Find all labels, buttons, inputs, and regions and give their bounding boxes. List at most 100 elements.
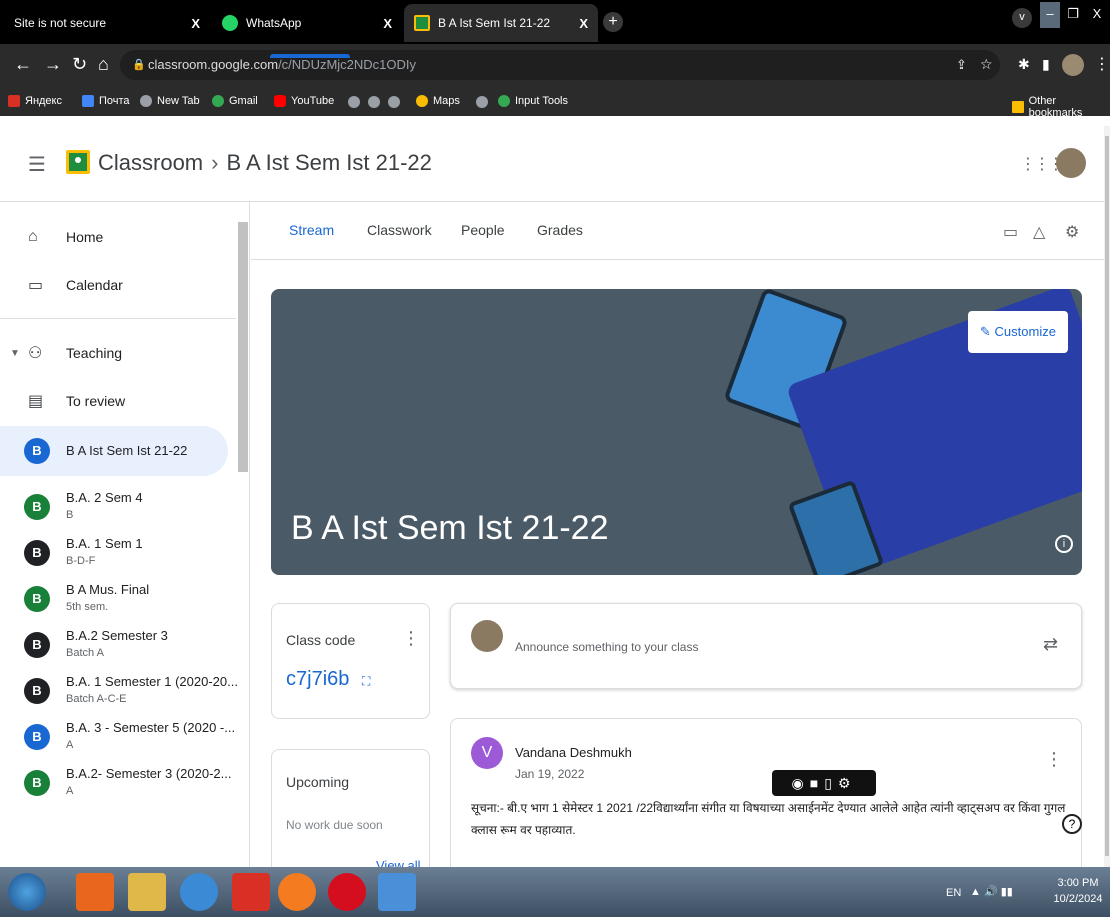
tab-search-button[interactable]: v: [1012, 8, 1032, 28]
share-icon[interactable]: ⇪: [956, 57, 967, 73]
globe-icon[interactable]: [368, 96, 380, 108]
close-icon[interactable]: X: [191, 16, 200, 31]
bookmark-label: Input Tools: [515, 95, 569, 107]
back-icon[interactable]: ←: [14, 54, 32, 75]
sidebar-class-item[interactable]: B B.A.2 Semester 3 Batch A: [0, 620, 228, 670]
calendar-icon[interactable]: ▭: [1003, 222, 1018, 242]
bookmark-maps[interactable]: Maps: [416, 95, 460, 107]
new-tab-button[interactable]: +: [603, 12, 623, 32]
people-icon: ⚇: [28, 345, 43, 362]
caret-down-icon[interactable]: ▼: [10, 348, 20, 359]
class-item-section: Batch A: [66, 647, 104, 659]
firefox-icon[interactable]: [278, 873, 316, 911]
capture-toolbar[interactable]: ◉■▯⚙: [772, 770, 876, 796]
sidebar-item-to-review[interactable]: ▤ To review: [0, 376, 228, 426]
more-options-icon[interactable]: ⋮: [402, 628, 420, 649]
extensions-icon[interactable]: ✱: [1018, 56, 1030, 73]
profile-avatar[interactable]: [1062, 54, 1084, 76]
video-icon[interactable]: ■: [810, 775, 824, 791]
other-bookmarks[interactable]: Other bookmarks: [1012, 95, 1110, 119]
star-icon[interactable]: ☆: [980, 56, 993, 73]
globe-icon[interactable]: [348, 96, 360, 108]
media-player-icon[interactable]: [76, 873, 114, 911]
close-window-button[interactable]: X: [1086, 2, 1108, 28]
tab-classroom[interactable]: B A Ist Sem Ist 21-22 X: [404, 4, 598, 42]
sidebar-item-calendar[interactable]: ▭ Calendar: [0, 260, 228, 310]
url-path: /c/NDUzMjc2NDc1ODIy: [278, 57, 417, 72]
fullscreen-icon[interactable]: ⛶: [362, 674, 370, 689]
info-icon[interactable]: i: [1055, 535, 1073, 553]
bookmark-pochta[interactable]: Почта: [82, 95, 130, 107]
account-avatar[interactable]: [1056, 148, 1086, 178]
bookmark-youtube[interactable]: YouTube: [274, 95, 334, 107]
folder-icon: ▤: [28, 393, 44, 410]
camera-icon[interactable]: ◉: [792, 775, 810, 791]
chrome-icon[interactable]: [378, 873, 416, 911]
copy-icon[interactable]: ▯: [824, 775, 838, 791]
language-indicator[interactable]: EN: [946, 887, 961, 899]
minimize-button[interactable]: –: [1040, 2, 1060, 28]
home-icon: ⌂: [28, 228, 38, 245]
close-icon[interactable]: X: [579, 16, 588, 31]
classroom-logo[interactable]: [66, 150, 90, 174]
bookmark-input-tools[interactable]: Input Tools: [498, 95, 568, 107]
tab-stream[interactable]: Stream: [289, 222, 334, 238]
stream-post: V Vandana Deshmukh Jan 19, 2022 ⋮ सूचना:…: [450, 718, 1082, 888]
clock[interactable]: 3:00 PM 10/2/2024: [1050, 875, 1106, 907]
acrobat-icon[interactable]: [232, 873, 270, 911]
customize-button[interactable]: ✎ Customize: [968, 311, 1068, 353]
tab-people[interactable]: People: [461, 222, 505, 238]
announce-input[interactable]: Announce something to your class: [515, 640, 698, 654]
file-explorer-icon[interactable]: [128, 873, 166, 911]
tab-grades[interactable]: Grades: [537, 222, 583, 238]
home-icon[interactable]: ⌂: [98, 54, 109, 75]
forward-icon[interactable]: →: [44, 54, 62, 75]
url-input[interactable]: 🔒 classroom.google.com/c/NDUzMjc2NDc1ODI…: [120, 50, 1000, 80]
sidebar-item-home[interactable]: ⌂ Home: [0, 212, 228, 262]
drive-icon[interactable]: △: [1033, 222, 1045, 242]
sidebar-class-item[interactable]: B B A Mus. Final 5th sem.: [0, 574, 228, 624]
bookmark-new-tab[interactable]: New Tab: [140, 95, 200, 107]
sidebar-class-item[interactable]: B B.A. 1 Semester 1 (2020-20... Batch A-…: [0, 666, 238, 716]
sidebar-scrollbar[interactable]: [238, 222, 248, 472]
app-name-link[interactable]: Classroom: [98, 150, 203, 175]
class-code-card: Class code ⋮ c7j7i6b ⛶: [271, 603, 430, 719]
announce-card[interactable]: Announce something to your class ⇄: [450, 603, 1082, 689]
sidebar-class-item[interactable]: B B.A. 2 Sem 4 B: [0, 482, 228, 532]
page-scrollbar[interactable]: [1104, 126, 1110, 867]
more-options-icon[interactable]: ⋮: [1045, 749, 1063, 770]
bookmark-yandex[interactable]: Яндекс: [8, 95, 62, 107]
classroom-icon: [414, 15, 430, 31]
hamburger-menu-icon[interactable]: ☰: [28, 152, 46, 177]
breadcrumb-separator: ›: [211, 150, 219, 175]
help-icon[interactable]: ?: [1062, 814, 1082, 834]
opera-icon[interactable]: [328, 873, 366, 911]
tray-icons[interactable]: ▲ 🔊 ▮▮: [970, 885, 1013, 898]
close-icon[interactable]: X: [383, 16, 392, 31]
sidepanel-icon[interactable]: ▮: [1042, 56, 1050, 73]
bookmark-label: Other bookmarks: [1028, 95, 1083, 119]
tab-classwork[interactable]: Classwork: [367, 222, 432, 238]
repost-icon[interactable]: ⇄: [1043, 634, 1058, 655]
tab-whatsapp[interactable]: WhatsApp X: [212, 4, 402, 42]
gear-icon[interactable]: ⚙: [1065, 222, 1079, 242]
sidebar-class-item[interactable]: B B.A. 3 - Semester 5 (2020 -... A: [0, 712, 235, 762]
menu-icon[interactable]: ⋮: [1094, 54, 1110, 74]
post-date: Jan 19, 2022: [515, 767, 585, 781]
gear-icon[interactable]: ⚙: [838, 775, 857, 791]
restore-button[interactable]: ❐: [1062, 2, 1084, 28]
tab-site-not-secure[interactable]: Site is not secure X: [4, 4, 210, 42]
bookmark-gmail[interactable]: Gmail: [212, 95, 258, 107]
globe-icon[interactable]: [388, 96, 400, 108]
sidebar-item-teaching[interactable]: ▼ ⚇ Teaching: [0, 328, 228, 378]
internet-explorer-icon[interactable]: [180, 873, 218, 911]
tab-title: WhatsApp: [246, 16, 302, 30]
start-button-icon[interactable]: [8, 873, 46, 911]
scrollbar-thumb[interactable]: [1105, 136, 1109, 856]
sidebar-class-item[interactable]: B B A Ist Sem Ist 21-22: [0, 426, 228, 476]
sidebar-class-item[interactable]: B B.A.2- Semester 3 (2020-2... A: [0, 758, 231, 808]
url-host: classroom.google.com: [148, 57, 279, 72]
globe-icon[interactable]: [476, 96, 488, 108]
sidebar-class-item[interactable]: B B.A. 1 Sem 1 B-D-F: [0, 528, 228, 578]
reload-icon[interactable]: ↻: [72, 54, 87, 75]
